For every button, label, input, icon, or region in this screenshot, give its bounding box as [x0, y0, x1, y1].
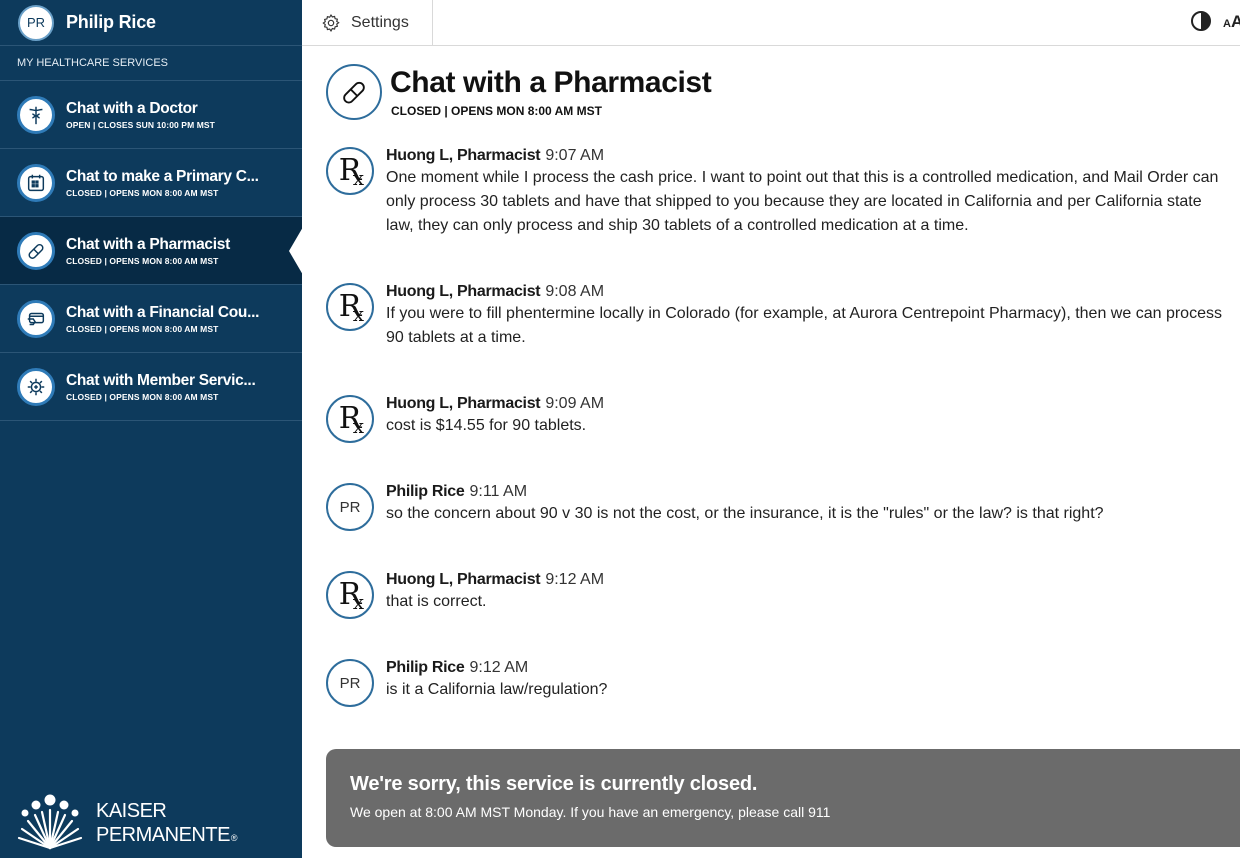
sidebar-item-status: CLOSED | OPENS MON 8:00 AM MST — [66, 255, 219, 266]
sidebar-item-doctor[interactable]: Chat with a Doctor OPEN | CLOSES SUN 10:… — [0, 81, 302, 149]
contrast-icon[interactable] — [1190, 10, 1212, 32]
user-bar[interactable]: PR Philip Rice — [0, 0, 302, 46]
card-icon — [17, 299, 55, 338]
sidebar-item-status: CLOSED | OPENS MON 8:00 AM MST — [66, 323, 219, 334]
sidebar-item-title: Chat with a Pharmacist — [66, 235, 230, 253]
message-text: that is correct. — [386, 593, 487, 610]
gear-icon — [322, 13, 340, 32]
settings-button[interactable]: Settings — [302, 0, 433, 45]
top-bar: Settings AA — [302, 0, 1240, 46]
message-text: One moment while I process the cash pric… — [386, 169, 1219, 234]
font-size-large-label: A — [1230, 12, 1240, 31]
message-text: If you were to fill phentermine locally … — [386, 305, 1222, 346]
sidebar-item-title: Chat to make a Primary C... — [66, 167, 259, 185]
sidebar-item-title: Chat with a Financial Cou... — [66, 303, 260, 321]
message-author: Philip Rice — [386, 659, 465, 676]
rx-icon: Rx — [326, 395, 374, 443]
sidebar: PR Philip Rice MY HEALTHCARE SERVICES Ch… — [0, 0, 303, 858]
calendar-icon — [17, 163, 55, 202]
message-time: 9:07 AM — [545, 147, 605, 164]
font-size-small-label: A — [1223, 18, 1231, 30]
font-size-button[interactable]: AA — [1223, 12, 1240, 32]
sidebar-item-pharmacist[interactable]: Chat with a Pharmacist CLOSED | OPENS MO… — [0, 217, 303, 285]
message-text: is it a California law/regulation? — [386, 681, 608, 698]
settings-label: Settings — [351, 13, 409, 31]
sidebar-item-status: OPEN | CLOSES SUN 10:00 PM MST — [66, 119, 215, 130]
caduceus-icon — [17, 95, 55, 134]
kaiser-logo-icon — [17, 794, 83, 850]
sidebar-item-title: Chat with a Doctor — [66, 99, 198, 117]
message-author: Huong L, Pharmacist — [386, 395, 541, 412]
message-author: Huong L, Pharmacist — [386, 571, 541, 588]
message-text: so the concern about 90 v 30 is not the … — [386, 505, 1104, 522]
message-time: 9:12 AM — [469, 659, 529, 676]
rx-icon: Rx — [326, 147, 374, 195]
message-time: 9:08 AM — [545, 283, 605, 300]
page-title: Chat with a Pharmacist — [390, 66, 712, 99]
pill-icon — [326, 64, 382, 120]
sidebar-item-member-services[interactable]: Chat with Member Servic... CLOSED | OPEN… — [0, 353, 302, 421]
rx-icon: Rx — [326, 283, 374, 331]
message-time: 9:11 AM — [469, 483, 528, 500]
sidebar-item-title: Chat with Member Servic... — [66, 371, 256, 389]
kaiser-logo: KAISER PERMANENTE® — [16, 792, 238, 850]
avatar: PR — [326, 483, 374, 531]
message-author: Huong L, Pharmacist — [386, 283, 541, 300]
closed-banner: We're sorry, this service is currently c… — [326, 749, 1240, 847]
chat-panel: Chat with a Pharmacist CLOSED | OPENS MO… — [302, 47, 1240, 858]
closed-banner-title: We're sorry, this service is currently c… — [350, 773, 758, 795]
avatar: PR — [18, 4, 54, 41]
logo-line-2: PERMANENTE — [96, 824, 230, 846]
section-label: MY HEALTHCARE SERVICES — [0, 46, 302, 81]
sidebar-item-primary-care[interactable]: Chat to make a Primary C... CLOSED | OPE… — [0, 149, 302, 217]
message-author: Philip Rice — [386, 483, 465, 500]
message-text: cost is $14.55 for 90 tablets. — [386, 417, 587, 434]
sidebar-item-status: CLOSED | OPENS MON 8:00 AM MST — [66, 391, 219, 402]
sidebar-item-financial[interactable]: Chat with a Financial Cou... CLOSED | OP… — [0, 285, 302, 353]
sidebar-item-status: CLOSED | OPENS MON 8:00 AM MST — [66, 187, 219, 198]
message-time: 9:12 AM — [545, 571, 605, 588]
logo-line-1: KAISER — [96, 800, 167, 822]
closed-banner-text: We open at 8:00 AM MST Monday. If you ha… — [350, 804, 831, 820]
service-status: CLOSED | OPENS MON 8:00 AM MST — [391, 104, 602, 118]
message-author: Huong L, Pharmacist — [386, 147, 541, 164]
rx-icon: Rx — [326, 571, 374, 619]
avatar: PR — [326, 659, 374, 707]
pill-icon — [17, 231, 55, 270]
message-time: 9:09 AM — [545, 395, 605, 412]
user-name: Philip Rice — [66, 12, 156, 32]
registered-mark: ® — [230, 833, 238, 843]
gear-cross-icon — [17, 367, 55, 406]
